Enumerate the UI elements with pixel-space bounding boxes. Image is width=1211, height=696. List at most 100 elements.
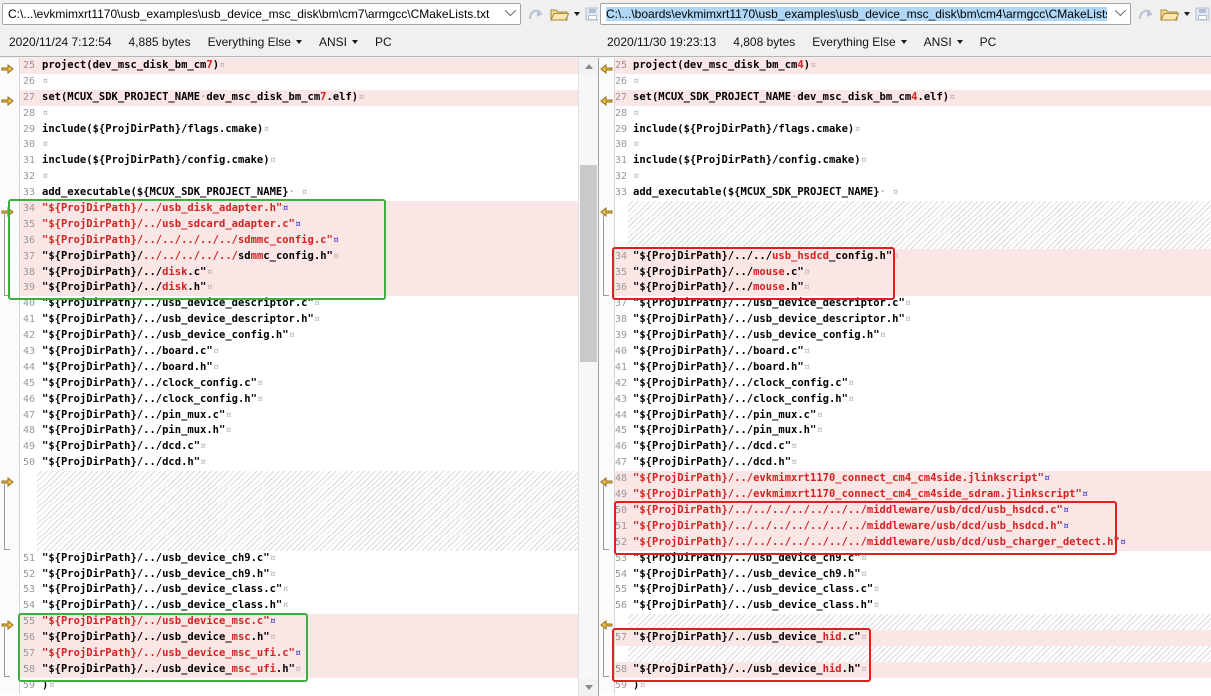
code-row[interactable]: 38"${ProjDirPath}/../disk.c"¤ xyxy=(0,265,578,281)
code-row[interactable] xyxy=(599,646,1211,662)
code-line[interactable]: "${ProjDirPath}/../usb_device_descriptor… xyxy=(37,312,578,328)
code-row[interactable]: 58"${ProjDirPath}/../usb_device_msc_ufi.… xyxy=(0,662,578,678)
code-row[interactable]: 49"${ProjDirPath}/../dcd.c"¤ xyxy=(0,439,578,455)
left-file-type-dropdown[interactable]: Everything Else xyxy=(208,35,302,49)
code-line[interactable]: "${ProjDirPath}/../mouse.h"¤ xyxy=(628,280,1211,296)
code-line[interactable]: include(${ProjDirPath}/config.cmake)¤ xyxy=(37,153,578,169)
code-line[interactable]: "${ProjDirPath}/../evkmimxrt1170_connect… xyxy=(628,487,1211,503)
code-row[interactable]: 45"${ProjDirPath}/../clock_config.c"¤ xyxy=(0,376,578,392)
code-row[interactable]: 57"${ProjDirPath}/../usb_device_msc_ufi.… xyxy=(0,646,578,662)
left-code-pane[interactable]: 25project(dev_msc_disk_bm_cm7)¤26¤27set(… xyxy=(0,58,578,696)
code-row[interactable] xyxy=(0,487,578,503)
scrollbar-thumb[interactable] xyxy=(580,165,597,362)
folder-dropdown-icon[interactable] xyxy=(574,12,580,16)
scroll-up-button[interactable] xyxy=(579,58,598,75)
code-row[interactable]: 37"${ProjDirPath}/../usb_device_descript… xyxy=(599,296,1211,312)
code-row[interactable]: 46"${ProjDirPath}/../dcd.c"¤ xyxy=(599,439,1211,455)
diff-right-arrow-icon[interactable] xyxy=(1,207,14,217)
code-row[interactable]: 29include(${ProjDirPath}/flags.cmake)¤ xyxy=(0,122,578,138)
code-row[interactable]: 30¤ xyxy=(0,137,578,153)
code-line[interactable]: project(dev_msc_disk_bm_cm7)¤ xyxy=(37,58,578,74)
code-line[interactable]: "${ProjDirPath}/../usb_device_descriptor… xyxy=(37,296,578,312)
code-line[interactable]: ¤ xyxy=(628,106,1211,122)
code-line[interactable]: "${ProjDirPath}/../pin_mux.h"¤ xyxy=(37,423,578,439)
code-row[interactable]: 43"${ProjDirPath}/../clock_config.h"¤ xyxy=(599,392,1211,408)
save-icon[interactable] xyxy=(1195,7,1210,21)
code-row[interactable]: 29include(${ProjDirPath}/flags.cmake)¤ xyxy=(599,122,1211,138)
code-line[interactable]: "${ProjDirPath}/../mouse.c"¤ xyxy=(628,265,1211,281)
open-folder-icon[interactable] xyxy=(550,7,569,21)
code-line[interactable]: ¤ xyxy=(37,74,578,90)
code-line[interactable]: add_executable(${MCUX_SDK_PROJECT_NAME}·… xyxy=(37,185,578,201)
code-line[interactable]: set(MCUX_SDK_PROJECT_NAME·dev_msc_disk_b… xyxy=(628,90,1211,106)
missing-lines-filler[interactable] xyxy=(628,201,1211,217)
code-row[interactable]: 59)¤ xyxy=(0,678,578,694)
code-row[interactable]: 39"${ProjDirPath}/../disk.h"¤ xyxy=(0,280,578,296)
code-row[interactable]: 33add_executable(${MCUX_SDK_PROJECT_NAME… xyxy=(599,185,1211,201)
code-line[interactable]: "${ProjDirPath}/../evkmimxrt1170_connect… xyxy=(628,471,1211,487)
code-line[interactable]: ¤ xyxy=(37,169,578,185)
code-row[interactable]: 28¤ xyxy=(599,106,1211,122)
missing-lines-filler[interactable] xyxy=(37,471,578,487)
code-row[interactable]: 25project(dev_msc_disk_bm_cm4)¤ xyxy=(599,58,1211,74)
missing-lines-filler[interactable] xyxy=(37,535,578,551)
code-line[interactable]: "${ProjDirPath}/../pin_mux.h"¤ xyxy=(628,423,1211,439)
code-row[interactable]: 56"${ProjDirPath}/../usb_device_class.h"… xyxy=(599,598,1211,614)
code-row[interactable]: 32¤ xyxy=(0,169,578,185)
code-row[interactable]: 34"${ProjDirPath}/../../usb_hsdcd_config… xyxy=(599,249,1211,265)
code-line[interactable]: "${ProjDirPath}/../dcd.c"¤ xyxy=(37,439,578,455)
code-row[interactable]: 41"${ProjDirPath}/../usb_device_descript… xyxy=(0,312,578,328)
missing-lines-filler[interactable] xyxy=(37,487,578,503)
code-row[interactable]: 32¤ xyxy=(599,169,1211,185)
code-row[interactable]: 47"${ProjDirPath}/../pin_mux.c"¤ xyxy=(0,408,578,424)
code-row[interactable]: 42"${ProjDirPath}/../usb_device_config.h… xyxy=(0,328,578,344)
code-row[interactable]: 49"${ProjDirPath}/../evkmimxrt1170_conne… xyxy=(599,487,1211,503)
chevron-down-icon[interactable] xyxy=(1115,5,1126,16)
right-path-combobox[interactable]: C:\...\boards\evkmimxrt1170\usb_examples… xyxy=(600,3,1131,25)
code-row[interactable]: 26¤ xyxy=(599,74,1211,90)
code-row[interactable]: 40"${ProjDirPath}/../usb_device_descript… xyxy=(0,296,578,312)
code-line[interactable]: "${ProjDirPath}/../clock_config.c"¤ xyxy=(37,376,578,392)
code-line[interactable]: "${ProjDirPath}/../usb_device_class.c"¤ xyxy=(628,582,1211,598)
code-row[interactable]: 47"${ProjDirPath}/../dcd.h"¤ xyxy=(599,455,1211,471)
code-row[interactable]: 38"${ProjDirPath}/../usb_device_descript… xyxy=(599,312,1211,328)
code-row[interactable]: 39"${ProjDirPath}/../usb_device_config.h… xyxy=(599,328,1211,344)
code-line[interactable]: include(${ProjDirPath}/config.cmake)¤ xyxy=(628,153,1211,169)
open-folder-icon[interactable] xyxy=(1160,7,1179,21)
code-row[interactable]: 57"${ProjDirPath}/../usb_device_hid.c"¤ xyxy=(599,630,1211,646)
code-line[interactable]: "${ProjDirPath}/../../../../../sdmmc_con… xyxy=(37,233,578,249)
code-line[interactable]: "${ProjDirPath}/../disk.h"¤ xyxy=(37,280,578,296)
code-row[interactable]: 41"${ProjDirPath}/../board.h"¤ xyxy=(599,360,1211,376)
code-line[interactable]: "${ProjDirPath}/../clock_config.h"¤ xyxy=(628,392,1211,408)
right-file-type-dropdown[interactable]: Everything Else xyxy=(812,35,906,49)
diff-right-arrow-icon[interactable] xyxy=(1,96,14,106)
missing-lines-filler[interactable] xyxy=(628,233,1211,249)
code-line[interactable]: "${ProjDirPath}/../board.h"¤ xyxy=(628,360,1211,376)
code-line[interactable]: "${ProjDirPath}/../board.h"¤ xyxy=(37,360,578,376)
code-row[interactable]: 36"${ProjDirPath}/../../../../../sdmmc_c… xyxy=(0,233,578,249)
code-row[interactable]: 27set(MCUX_SDK_PROJECT_NAME·dev_msc_disk… xyxy=(599,90,1211,106)
code-row[interactable]: 58"${ProjDirPath}/../usb_device_hid.h"¤ xyxy=(599,662,1211,678)
code-line[interactable]: ¤ xyxy=(37,137,578,153)
code-row[interactable]: 28¤ xyxy=(0,106,578,122)
folder-dropdown-icon[interactable] xyxy=(1184,12,1190,16)
code-line[interactable]: ¤ xyxy=(628,74,1211,90)
code-row[interactable] xyxy=(0,535,578,551)
left-path-combobox[interactable]: C:\...\evkmimxrt1170\usb_examples\usb_de… xyxy=(2,3,521,25)
code-row[interactable]: 42"${ProjDirPath}/../clock_config.c"¤ xyxy=(599,376,1211,392)
code-row[interactable]: 35"${ProjDirPath}/../mouse.c"¤ xyxy=(599,265,1211,281)
code-line[interactable]: "${ProjDirPath}/../usb_device_hid.c"¤ xyxy=(628,630,1211,646)
code-line[interactable]: "${ProjDirPath}/../../../../../../../mid… xyxy=(628,503,1211,519)
code-row[interactable]: 30¤ xyxy=(599,137,1211,153)
code-line[interactable]: )¤ xyxy=(628,678,1211,694)
code-line[interactable]: include(${ProjDirPath}/flags.cmake)¤ xyxy=(628,122,1211,138)
code-line[interactable]: "${ProjDirPath}/../../../../../sdmmc_con… xyxy=(37,249,578,265)
code-row[interactable] xyxy=(0,471,578,487)
code-line[interactable]: "${ProjDirPath}/../clock_config.h"¤ xyxy=(37,392,578,408)
code-row[interactable]: 53"${ProjDirPath}/../usb_device_class.c"… xyxy=(0,582,578,598)
code-row[interactable]: 33add_executable(${MCUX_SDK_PROJECT_NAME… xyxy=(0,185,578,201)
code-row[interactable]: 44"${ProjDirPath}/../board.h"¤ xyxy=(0,360,578,376)
code-line[interactable]: "${ProjDirPath}/../usb_device_msc_ufi.h"… xyxy=(37,662,578,678)
code-row[interactable] xyxy=(599,217,1211,233)
code-row[interactable] xyxy=(0,503,578,519)
